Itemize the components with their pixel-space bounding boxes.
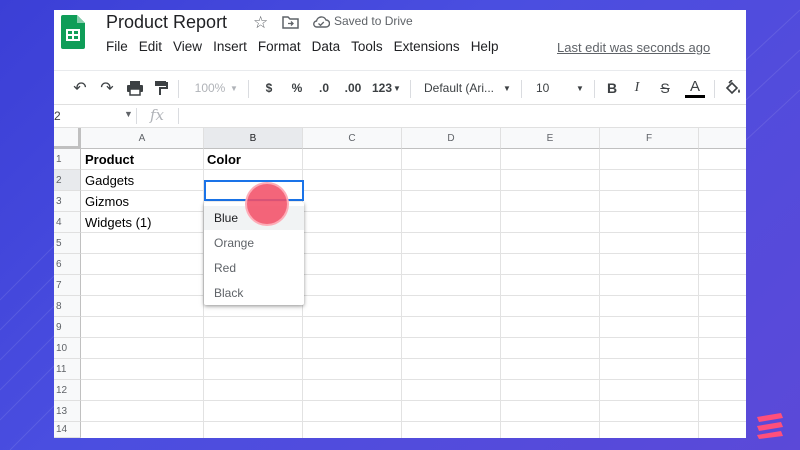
fx-icon: fx [150, 106, 165, 124]
menu-edit[interactable]: Edit [139, 39, 162, 54]
name-box-caret-icon[interactable]: ▼ [124, 109, 133, 119]
font-caret-icon[interactable]: ▼ [503, 71, 511, 105]
menu-insert[interactable]: Insert [213, 39, 247, 54]
font-select[interactable]: Default (Ari... [424, 71, 500, 105]
text-color-swatch [685, 95, 705, 98]
menu-file[interactable]: File [106, 39, 128, 54]
move-folder-icon[interactable] [282, 15, 299, 29]
menu-extensions[interactable]: Extensions [394, 39, 460, 54]
font-size-caret-icon[interactable]: ▼ [576, 71, 584, 105]
name-box[interactable]: 2 [54, 109, 61, 123]
cell-a2[interactable]: Gadgets [85, 173, 134, 188]
redo-icon[interactable]: ↷ [97, 71, 117, 105]
decrease-decimal-button[interactable]: .0 [315, 71, 333, 105]
toolbar: ↶ ↷ 100% ▼ $ % .0 .00 123 ▼ Default (Ari… [54, 70, 746, 104]
zoom-select[interactable]: 100% [192, 71, 228, 105]
column-header-d[interactable]: D [402, 128, 501, 149]
star-icon[interactable]: ☆ [253, 13, 268, 33]
more-formats-button[interactable]: 123 [370, 71, 394, 105]
more-formats-caret-icon[interactable]: ▼ [393, 71, 401, 105]
zoom-caret-icon[interactable]: ▼ [230, 71, 238, 105]
row-header-2[interactable]: 2 [54, 170, 81, 191]
undo-icon[interactable]: ↶ [70, 71, 90, 105]
increase-decimal-button[interactable]: .00 [341, 71, 365, 105]
sheets-logo-icon[interactable] [61, 15, 85, 49]
row-header-14[interactable]: 14 [54, 422, 81, 438]
menu-data[interactable]: Data [312, 39, 341, 54]
cloud-saved-icon[interactable] [312, 16, 330, 28]
menu-help[interactable]: Help [471, 39, 499, 54]
column-header-g[interactable] [699, 128, 746, 149]
paint-format-icon[interactable] [154, 80, 168, 96]
menu-format[interactable]: Format [258, 39, 301, 54]
row-header-11[interactable]: 11 [54, 359, 81, 380]
dropdown-option-black[interactable]: Black [204, 281, 304, 305]
row-header-6[interactable]: 6 [54, 254, 81, 275]
formula-bar: 2 ▼ fx [54, 104, 746, 128]
row-header-8[interactable]: 8 [54, 296, 81, 317]
cell-a4[interactable]: Widgets (1) [85, 215, 151, 230]
text-color-label: A [689, 78, 700, 95]
row-header-3[interactable]: 3 [54, 191, 81, 212]
cell-a3[interactable]: Gizmos [85, 194, 129, 209]
column-header-c[interactable]: C [303, 128, 402, 149]
row-header-5[interactable]: 5 [54, 233, 81, 254]
italic-button[interactable]: I [630, 71, 644, 105]
print-icon[interactable] [126, 80, 144, 96]
currency-format-button[interactable]: $ [262, 71, 276, 105]
brand-logo-icon [757, 413, 783, 439]
last-edit-link[interactable]: Last edit was seconds ago [557, 40, 710, 55]
row-header-13[interactable]: 13 [54, 401, 81, 422]
document-title[interactable]: Product Report [106, 12, 227, 33]
row-header-7[interactable]: 7 [54, 275, 81, 296]
cell-b1[interactable]: Color [207, 152, 241, 167]
column-header-a[interactable]: A [81, 128, 204, 149]
percent-format-button[interactable]: % [290, 71, 304, 105]
dropdown-option-red[interactable]: Red [204, 256, 304, 280]
text-color-button[interactable]: A [685, 71, 705, 105]
row-header-12[interactable]: 12 [54, 380, 81, 401]
row-header-4[interactable]: 4 [54, 212, 81, 233]
menu-bar: File Edit View Insert Format Data Tools … [106, 39, 509, 54]
column-header-b[interactable]: B [204, 128, 303, 149]
spreadsheet-window: Product Report ☆ Saved to Drive File Edi… [54, 10, 746, 438]
column-header-e[interactable]: E [501, 128, 600, 149]
menu-tools[interactable]: Tools [351, 39, 383, 54]
bold-button[interactable]: B [605, 71, 619, 105]
font-size-select[interactable]: 10 [536, 71, 554, 105]
strikethrough-button[interactable]: S [658, 71, 672, 105]
cell-a1[interactable]: Product [85, 152, 134, 167]
click-indicator [245, 182, 289, 226]
dropdown-option-orange[interactable]: Orange [204, 231, 304, 255]
menu-view[interactable]: View [173, 39, 202, 54]
save-status: Saved to Drive [334, 14, 413, 28]
select-all-corner[interactable] [54, 128, 81, 149]
fill-color-icon[interactable] [724, 80, 742, 97]
spreadsheet-grid[interactable]: A B C D E F 1 2 3 4 5 6 7 8 9 10 11 12 1… [54, 128, 746, 438]
column-header-f[interactable]: F [600, 128, 699, 149]
row-header-10[interactable]: 10 [54, 338, 81, 359]
row-header-1[interactable]: 1 [54, 149, 81, 170]
row-header-9[interactable]: 9 [54, 317, 81, 338]
